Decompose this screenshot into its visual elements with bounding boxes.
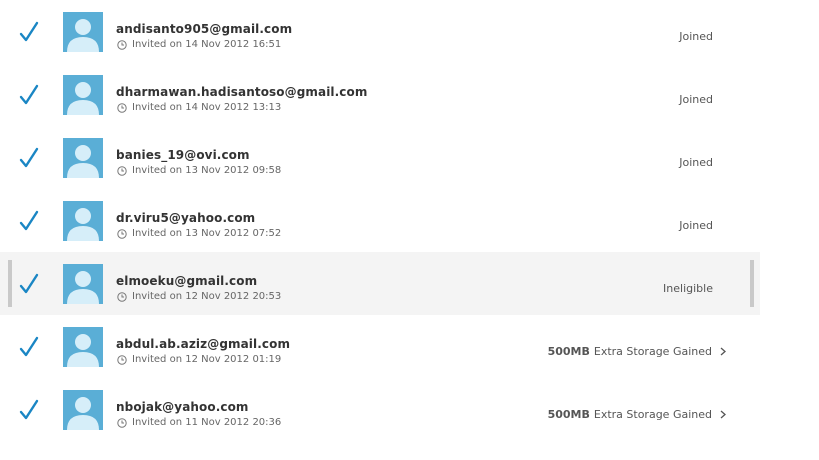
avatar [63,390,103,430]
storage-reward-link[interactable]: 500MB Extra Storage Gained [548,345,726,358]
status-label: Joined [679,219,713,232]
default-avatar-icon [67,82,99,115]
avatar [63,201,103,241]
avatar [63,264,103,304]
avatar [63,12,103,52]
reward-amount: 500MB [547,408,590,421]
default-avatar-icon [67,397,99,430]
status-label: Joined [679,156,713,169]
invite-row[interactable]: nbojak@yahoo.com Invited on 11 Nov 2012 … [0,378,760,441]
invite-row[interactable]: abdul.ab.aziz@gmail.com Invited on 12 No… [0,315,760,378]
checkmark-icon [19,84,39,105]
default-avatar-icon [67,19,99,52]
invited-date-text: Invited on 13 Nov 2012 09:58 [132,165,282,176]
checkmark-icon [19,399,39,420]
clock-icon [117,417,127,428]
invitee-email: elmoeku@gmail.com [116,274,258,288]
invited-date-text: Invited on 14 Nov 2012 13:13 [132,102,282,113]
invited-date: Invited on 13 Nov 2012 09:58 [117,165,281,176]
invited-date: Invited on 12 Nov 2012 01:19 [117,354,281,365]
default-avatar-icon [67,334,99,367]
checkmark-icon [19,273,39,294]
default-avatar-icon [67,271,99,304]
default-avatar-icon [67,208,99,241]
clock-icon [117,39,127,50]
invited-date: Invited on 12 Nov 2012 20:53 [117,291,281,302]
status-label: Ineligible [663,282,713,295]
chevron-right-icon [720,410,726,419]
invited-date-text: Invited on 13 Nov 2012 07:52 [132,228,282,239]
invited-date-text: Invited on 11 Nov 2012 20:36 [132,417,282,428]
checkmark-icon [19,21,39,42]
checkmark-icon [19,210,39,231]
invited-date-text: Invited on 12 Nov 2012 20:53 [132,291,282,302]
invite-row[interactable]: andisanto905@gmail.com Invited on 14 Nov… [0,0,760,63]
chevron-right-icon [720,347,726,356]
checkmark-icon [19,147,39,168]
status-label: Joined [679,30,713,43]
invitee-email: dr.viru5@yahoo.com [116,211,256,225]
invitee-email: banies_19@ovi.com [116,148,250,162]
avatar [63,327,103,367]
invited-date: Invited on 14 Nov 2012 16:51 [117,39,281,50]
reward-amount: 500MB [547,345,590,358]
reward-text: Extra Storage Gained [593,345,712,358]
invite-row-hovered[interactable]: elmoeku@gmail.com Invited on 12 Nov 2012… [0,252,760,315]
invite-row[interactable]: banies_19@ovi.com Invited on 13 Nov 2012… [0,126,760,189]
clock-icon [117,291,127,302]
invitee-email: abdul.ab.aziz@gmail.com [116,337,291,351]
status-label: Joined [679,93,713,106]
invitee-email: dharmawan.hadisantoso@gmail.com [116,85,368,99]
storage-reward-link[interactable]: 500MB Extra Storage Gained [548,408,726,421]
drag-handle-left[interactable] [8,260,12,307]
avatar [63,75,103,115]
invited-date-text: Invited on 12 Nov 2012 01:19 [132,354,282,365]
clock-icon [117,354,127,365]
clock-icon [117,165,127,176]
invite-list: andisanto905@gmail.com Invited on 14 Nov… [0,0,760,441]
invitee-email: nbojak@yahoo.com [116,400,249,414]
invite-row[interactable]: dr.viru5@yahoo.com Invited on 13 Nov 201… [0,189,760,252]
invited-date-text: Invited on 14 Nov 2012 16:51 [132,39,282,50]
drag-handle-right[interactable] [750,260,754,307]
checkmark-icon [19,336,39,357]
avatar [63,138,103,178]
invited-date: Invited on 13 Nov 2012 07:52 [117,228,281,239]
default-avatar-icon [67,145,99,178]
reward-text: Extra Storage Gained [593,408,712,421]
invite-row[interactable]: dharmawan.hadisantoso@gmail.com Invited … [0,63,760,126]
clock-icon [117,228,127,239]
clock-icon [117,102,127,113]
invited-date: Invited on 14 Nov 2012 13:13 [117,102,281,113]
invitee-email: andisanto905@gmail.com [116,22,293,36]
invited-date: Invited on 11 Nov 2012 20:36 [117,417,281,428]
